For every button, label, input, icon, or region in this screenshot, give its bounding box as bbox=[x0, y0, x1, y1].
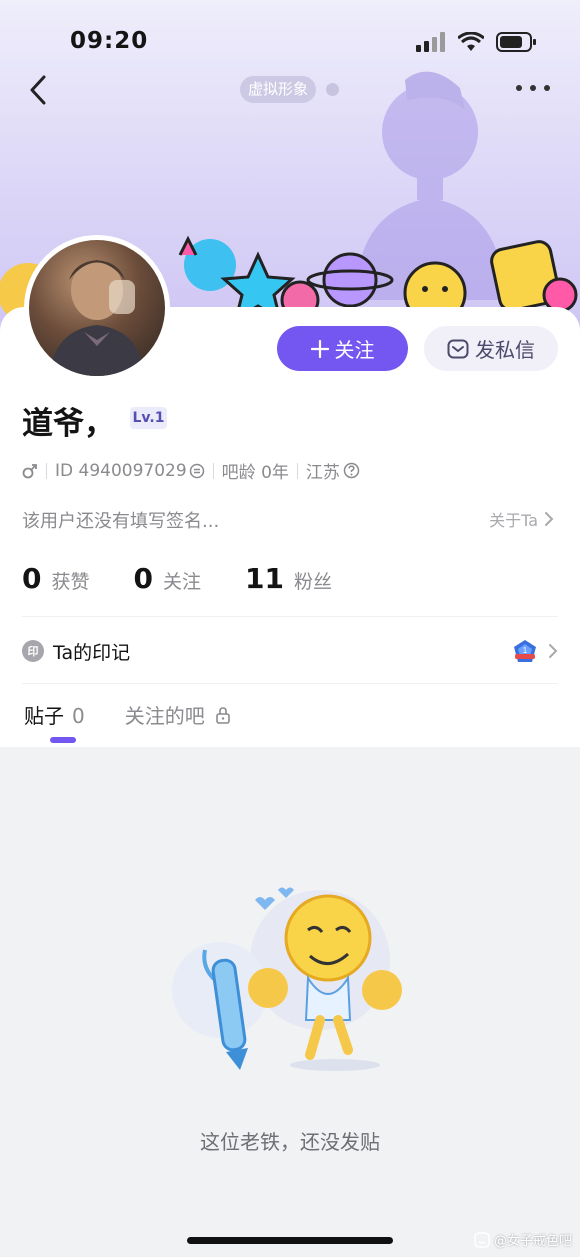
mark-row[interactable]: 印 Ta的印记 1 bbox=[22, 636, 558, 666]
chevron-left-icon bbox=[30, 75, 46, 105]
bar-age: 吧龄 0年 bbox=[221, 463, 289, 483]
plus-icon bbox=[310, 339, 329, 358]
user-id: ID 4940097029 bbox=[55, 460, 187, 481]
virtual-avatar-tag[interactable]: 虚拟形象 bbox=[240, 76, 317, 103]
stat-label: 获赞 bbox=[51, 571, 90, 593]
divider bbox=[296, 462, 298, 479]
follow-label: 关注 bbox=[334, 338, 375, 362]
mark-icon: 印 bbox=[22, 640, 44, 662]
home-indicator[interactable] bbox=[187, 1237, 393, 1244]
wifi-icon bbox=[458, 32, 484, 51]
dot-icon bbox=[544, 85, 550, 91]
stats-row: 0 获赞 0 关注 11 粉丝 bbox=[22, 562, 376, 595]
stat-following[interactable]: 0 关注 bbox=[134, 562, 202, 595]
nickname: 道爷， bbox=[22, 406, 115, 442]
avatar-photo bbox=[49, 260, 145, 376]
stat-likes[interactable]: 0 获赞 bbox=[22, 562, 90, 595]
message-label: 发私信 bbox=[475, 338, 535, 362]
battery-icon bbox=[496, 32, 536, 52]
mail-icon bbox=[447, 339, 469, 358]
avatar-tag-dot bbox=[326, 83, 339, 96]
watermark: @女子戒色吧 bbox=[474, 1230, 572, 1249]
region: 江苏 bbox=[305, 463, 340, 483]
about-link[interactable]: 关于Ta bbox=[489, 507, 554, 531]
level-badge[interactable]: Lv.1 bbox=[130, 407, 167, 429]
message-button[interactable]: 发私信 bbox=[424, 326, 558, 371]
tab-posts-label: 贴子 bbox=[24, 704, 64, 728]
back-button[interactable] bbox=[22, 70, 54, 110]
divider bbox=[212, 462, 214, 479]
signature: 该用户还没有填写签名... bbox=[22, 511, 220, 532]
chat-bubble-icon bbox=[474, 1231, 490, 1248]
tab-followed-bars[interactable]: 关注的吧 bbox=[125, 700, 231, 729]
watermark-text: @女子戒色吧 bbox=[493, 1234, 572, 1249]
about-label: 关于Ta bbox=[489, 511, 538, 530]
status-icons bbox=[416, 32, 536, 52]
empty-state-illustration bbox=[172, 887, 402, 1071]
dot-icon bbox=[516, 85, 522, 91]
dot-icon bbox=[530, 85, 536, 91]
stat-label: 粉丝 bbox=[293, 571, 332, 593]
tab-followed-bars-label: 关注的吧 bbox=[124, 704, 205, 728]
male-icon bbox=[22, 463, 37, 478]
empty-state-text: 这位老铁，还没发贴 bbox=[200, 1130, 380, 1154]
divider bbox=[46, 462, 47, 479]
stat-fans[interactable]: 11 粉丝 bbox=[245, 562, 332, 595]
chevron-right-icon bbox=[549, 644, 558, 658]
medal-icon: 1 bbox=[514, 640, 536, 662]
stat-label: 关注 bbox=[162, 571, 201, 593]
chevron-right-icon bbox=[545, 512, 554, 526]
tab-posts-count: 0 bbox=[72, 704, 85, 728]
stat-value: 0 bbox=[22, 562, 42, 595]
follow-button[interactable]: 关注 bbox=[277, 326, 408, 371]
profile-tabs: 贴子 0 关注的吧 bbox=[24, 700, 231, 729]
tab-posts[interactable]: 贴子 0 bbox=[24, 700, 85, 729]
divider bbox=[22, 616, 558, 617]
profile-meta: ID 4940097029 吧龄 0年 江苏 bbox=[22, 458, 360, 483]
mark-label: Ta的印记 bbox=[53, 641, 131, 664]
help-icon[interactable] bbox=[343, 462, 360, 479]
svg-text:1: 1 bbox=[523, 646, 528, 655]
mark-right: 1 bbox=[512, 638, 558, 664]
stat-value: 11 bbox=[245, 562, 284, 595]
avatar[interactable] bbox=[24, 235, 170, 381]
status-time: 09:20 bbox=[70, 28, 149, 54]
lock-icon bbox=[215, 706, 230, 724]
divider bbox=[22, 683, 558, 684]
copy-icon[interactable] bbox=[189, 463, 205, 479]
more-button[interactable] bbox=[516, 78, 550, 98]
signal-icon bbox=[416, 32, 445, 52]
stat-value: 0 bbox=[133, 562, 153, 595]
tab-indicator bbox=[50, 737, 76, 743]
